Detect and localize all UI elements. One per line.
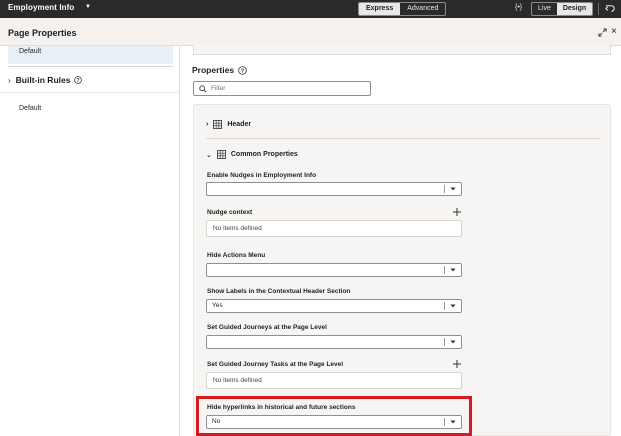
nudge-context-empty: No items defined: [213, 225, 262, 232]
properties-title: Properties ?: [192, 65, 247, 75]
page-properties-header: Page Properties ×: [0, 18, 621, 46]
chevron-down-icon[interactable]: [450, 339, 456, 345]
builtin-default-item[interactable]: Default: [19, 105, 41, 112]
filter-field[interactable]: [193, 81, 371, 96]
grid-icon: [213, 120, 223, 129]
expand-icon[interactable]: [598, 28, 607, 37]
enable-nudges-select[interactable]: [206, 182, 462, 196]
show-labels-value: Yes: [212, 302, 223, 309]
properties-card: › Header ⌄ Common Properties Enable Nudg…: [193, 104, 611, 436]
show-labels-select[interactable]: Yes: [206, 299, 462, 313]
app-title[interactable]: Employment Info: [8, 3, 74, 12]
guided-tasks-list: No items defined: [206, 372, 462, 389]
left-divider: [8, 66, 173, 67]
chevron-down-icon[interactable]: [450, 303, 456, 309]
help-icon[interactable]: ?: [74, 76, 83, 84]
chevron-right-icon[interactable]: ›: [8, 76, 11, 85]
properties-title-text: Properties: [192, 65, 235, 75]
section-common-properties[interactable]: ⌄ Common Properties: [206, 150, 298, 159]
hide-actions-menu-label: Hide Actions Menu: [207, 252, 266, 259]
left-divider-2: [0, 92, 180, 93]
left-default-item[interactable]: Default: [8, 46, 173, 64]
chevron-down-icon[interactable]: [450, 186, 456, 192]
chevron-down-icon[interactable]: ⌄: [206, 151, 212, 159]
enable-nudges-label: Enable Nudges in Employment Info: [207, 172, 317, 179]
svg-text:?: ?: [241, 68, 245, 74]
view-live-button[interactable]: Live: [532, 3, 557, 15]
add-icon[interactable]: [453, 360, 461, 368]
top-card: [193, 44, 611, 55]
guided-journeys-label: Set Guided Journeys at the Page Level: [207, 324, 327, 331]
builtin-rules-label: Built-in Rules: [15, 75, 71, 85]
view-switcher: Live Design: [531, 2, 594, 16]
page-properties-title: Page Properties: [8, 28, 77, 38]
common-section-label: Common Properties: [230, 151, 298, 158]
add-icon[interactable]: [453, 208, 461, 216]
select-divider: [444, 338, 445, 346]
mode-advanced-button[interactable]: Advanced: [400, 3, 445, 15]
left-panel: Default › Built-in Rules ? Default: [0, 46, 180, 436]
highlight-box: [196, 396, 472, 436]
left-default-label: Default: [19, 48, 42, 55]
close-icon[interactable]: ×: [611, 27, 617, 37]
section-divider: [206, 138, 601, 139]
undo-icon[interactable]: [605, 3, 616, 14]
filter-input[interactable]: [211, 83, 366, 94]
guided-tasks-empty: No items defined: [213, 377, 262, 384]
top-bar: Employment Info ▼ Express Advanced {•} L…: [0, 0, 621, 18]
code-toggle-icon[interactable]: {•}: [515, 4, 522, 11]
mode-express-button[interactable]: Express: [359, 3, 401, 15]
app-title-caret-icon[interactable]: ▼: [85, 4, 91, 10]
select-divider: [444, 185, 445, 193]
right-panel: Properties ? › Header ⌄: [181, 44, 621, 436]
show-labels-label: Show Labels in the Contextual Header Sec…: [207, 288, 351, 295]
section-header[interactable]: › Header: [206, 120, 251, 129]
svg-text:?: ?: [77, 78, 80, 84]
view-design-button[interactable]: Design: [556, 3, 593, 15]
guided-journeys-select[interactable]: [206, 335, 462, 349]
nudge-context-list: No items defined: [206, 220, 462, 237]
builtin-rules-header[interactable]: › Built-in Rules ?: [8, 74, 83, 86]
header-section-label: Header: [227, 121, 252, 128]
chevron-right-icon[interactable]: ›: [206, 121, 208, 128]
help-icon[interactable]: ?: [238, 65, 247, 75]
select-divider: [444, 266, 445, 274]
chevron-down-icon[interactable]: [450, 267, 456, 273]
grid-icon: [216, 150, 226, 159]
topbar-divider: [598, 3, 599, 15]
guided-tasks-label: Set Guided Journey Tasks at the Page Lev…: [207, 361, 344, 368]
nudge-context-label: Nudge context: [207, 209, 253, 216]
search-icon: [199, 85, 207, 93]
select-divider: [444, 302, 445, 310]
mode-switcher: Express Advanced: [358, 2, 447, 16]
hide-actions-menu-select[interactable]: [206, 263, 462, 277]
